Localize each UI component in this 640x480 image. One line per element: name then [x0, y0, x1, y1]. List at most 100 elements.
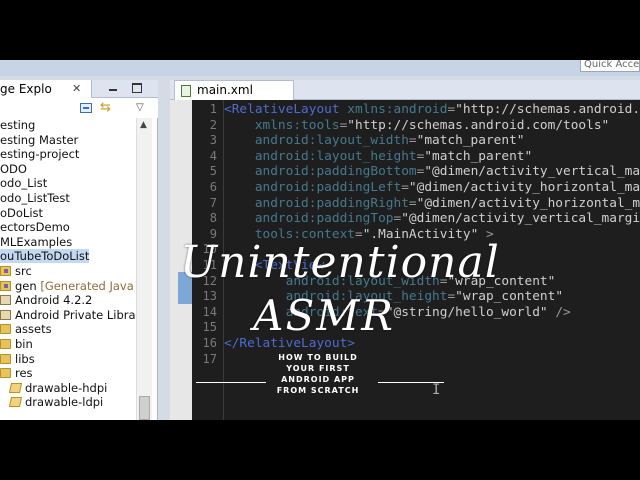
line-number: 13: [202, 289, 217, 304]
tree-item[interactable]: esting-project: [0, 147, 79, 162]
tree-item-label: Android Private Libra: [15, 307, 136, 322]
tree-item-label: odo_ListTest: [0, 191, 70, 205]
line-number: 17: [202, 351, 217, 366]
code-token: xmlns:android: [347, 102, 448, 117]
tree-item-label: drawable-hdpi: [25, 380, 108, 395]
tree-item[interactable]: Android Private Libra: [0, 308, 136, 323]
line-number: 5: [209, 164, 217, 179]
line-number: 16: [202, 336, 217, 350]
tree-item[interactable]: src: [0, 264, 32, 279]
tab-package-explorer[interactable]: ge Explo ✕: [0, 80, 92, 98]
folder-icon: [8, 397, 23, 408]
tree-item[interactable]: esting Master: [0, 133, 78, 148]
tree-item[interactable]: ODO: [0, 162, 27, 177]
tree-item-label: Android 4.2.2: [15, 293, 93, 308]
line-number: 6: [209, 180, 217, 194]
tree-item-label: assets: [15, 322, 52, 337]
tree-item[interactable]: gen [Generated Java F: [0, 279, 136, 294]
line-number: 14: [202, 304, 217, 319]
tab-package-explorer-label: ge Explo: [0, 82, 52, 96]
tree-item[interactable]: drawable-ldpi: [8, 395, 104, 410]
code-token: android:layout_height: [224, 148, 417, 164]
view-menu-icon[interactable]: ▽: [136, 102, 144, 113]
tree-item-label: libs: [15, 351, 35, 366]
tree-item[interactable]: odo_List: [0, 176, 47, 191]
tree-item[interactable]: MLExamples: [0, 235, 72, 250]
tree-item[interactable]: drawable-hdpi: [8, 380, 108, 396]
folder-icon: [0, 339, 11, 349]
package-explorer: ge Explo ✕ ⇆ ▽ esting esting Master esting…: [0, 80, 158, 420]
line-number: 7: [209, 195, 217, 210]
code-token: android:paddingBottom: [224, 164, 417, 180]
minimize-icon[interactable]: [108, 83, 118, 93]
collapse-all-icon[interactable]: [80, 103, 92, 113]
folder-icon: [8, 382, 23, 393]
explorer-scrollbar[interactable]: ▲: [136, 118, 152, 420]
maximize-icon[interactable]: [132, 83, 142, 93]
tree-item[interactable]: ouTubeToDoList: [0, 249, 90, 264]
line-number: 15: [202, 320, 217, 335]
code-token: "@dimen/activity_horizontal_margin": [416, 195, 640, 211]
tree-item-label: src: [15, 264, 32, 278]
tree-item-decoration: [Generated Java F: [36, 278, 136, 293]
code-token: android:layout_width: [224, 133, 409, 149]
tree-item[interactable]: odo_ListTest: [0, 191, 70, 206]
tree-item[interactable]: ectorsDemo: [0, 220, 70, 235]
tree-item[interactable]: Android 4.2.2: [0, 293, 92, 308]
tab-main-xml[interactable]: main.xml: [174, 80, 294, 100]
scroll-up-icon[interactable]: ▲: [140, 120, 147, 130]
tree-item[interactable]: libs: [0, 352, 35, 367]
tree-item-label: res: [15, 366, 33, 381]
line-number: 2: [209, 117, 217, 132]
code-token: =: [401, 180, 409, 195]
tab-main-xml-label: main.xml: [197, 83, 253, 97]
code-token: "@dimen/activity_horizontal_margin": [408, 180, 640, 195]
code-token: android:paddingTop: [224, 211, 394, 227]
tree-item-label: odo_List: [0, 176, 48, 191]
folder-icon: [0, 324, 11, 335]
tree-item-label: ectorsDemo: [0, 220, 70, 235]
code-token: "match_parent": [416, 133, 525, 149]
package-explorer-toolbar: ⇆ ▽: [0, 98, 158, 118]
line-number: 3: [209, 133, 217, 148]
close-icon[interactable]: ✕: [72, 80, 81, 98]
xml-file-icon: [181, 85, 191, 97]
code-token: "@dimen/activity_vertical_margin": [401, 211, 640, 227]
code-token: android:paddingLeft: [224, 180, 402, 195]
tree-item[interactable]: bin: [0, 337, 33, 352]
project-tree: esting esting Master esting-project ODO odo_…: [0, 118, 136, 420]
tree-item-label: bin: [15, 337, 33, 351]
quick-access-input[interactable]: Quick Access: [580, 60, 640, 72]
code-token: />: [547, 304, 571, 320]
tree-item[interactable]: assets: [0, 322, 52, 337]
tree-item[interactable]: res: [0, 366, 33, 381]
scroll-thumb[interactable]: [139, 396, 150, 420]
tree-item-label: ouTubeToDoList: [0, 249, 90, 264]
library-icon: [0, 309, 11, 320]
code-token: "wrap_content": [455, 289, 564, 305]
tree-item-label: esting-project: [0, 147, 80, 162]
code-line: android:paddingRight="@dimen/activity_ho…: [224, 196, 640, 211]
line-number: 8: [209, 211, 217, 226]
code-token: <RelativeLayout: [224, 102, 348, 117]
link-with-editor-icon[interactable]: ⇆: [100, 101, 111, 114]
code-token: =: [408, 133, 417, 149]
code-token: =: [447, 102, 456, 117]
code-line: android:layout_height="match_parent": [224, 149, 532, 164]
code-token: "http://schemas.android.com/apk/res/andr…: [455, 102, 640, 117]
main-toolbar: Quick Access: [0, 60, 640, 76]
tree-item-label: gen: [15, 278, 37, 293]
package-explorer-tabbar: ge Explo ✕: [0, 80, 158, 98]
editor-tabbar: main.xml: [170, 80, 640, 100]
folder-icon: [0, 368, 11, 379]
tree-item[interactable]: esting: [0, 118, 35, 133]
code-token: android:paddingRight: [224, 195, 409, 211]
overlay-caption: HOW TO BUILD YOUR FIRST ANDROID APP FROM…: [276, 353, 360, 395]
code-token: xmlns:tools: [224, 117, 340, 133]
code-line: android:paddingBottom="@dimen/activity_v…: [224, 164, 640, 179]
tree-item-label: MLExamples: [0, 234, 73, 249]
divider-left: [196, 382, 266, 383]
tree-item-label: drawable-ldpi: [25, 395, 104, 410]
tree-item[interactable]: oDoList: [0, 206, 43, 221]
library-icon: [0, 295, 11, 306]
